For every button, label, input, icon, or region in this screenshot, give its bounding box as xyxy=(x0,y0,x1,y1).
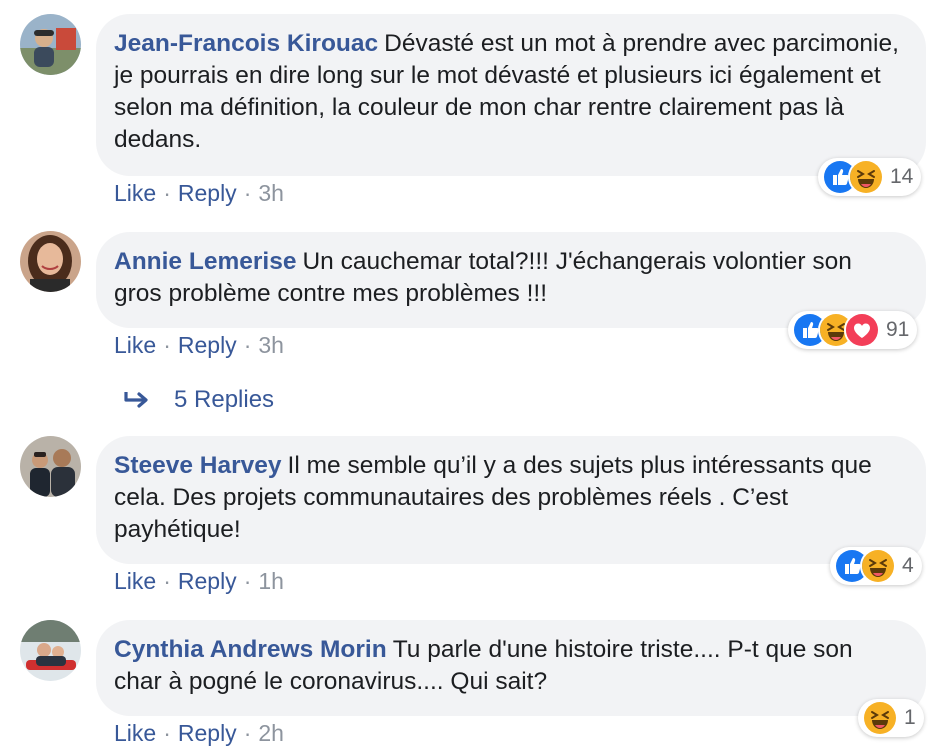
haha-icon xyxy=(860,548,896,584)
comment-bubble: Steeve Harvey Il me semble qu’il y a des … xyxy=(96,436,926,564)
like-link[interactable]: Like xyxy=(114,332,156,358)
comment-author[interactable]: Cynthia Andrews Morin xyxy=(114,636,387,663)
comment-actions: Like · Reply · 3h xyxy=(114,180,284,207)
separator: · xyxy=(163,332,171,358)
view-replies-label[interactable]: 5 Replies xyxy=(174,386,274,414)
separator: · xyxy=(163,180,171,206)
separator: · xyxy=(243,568,252,594)
comment-author[interactable]: Jean-Francois Kirouac xyxy=(114,30,378,57)
reaction-summary[interactable]: 14 xyxy=(818,158,922,196)
reply-link[interactable]: Reply xyxy=(178,720,237,746)
like-link[interactable]: Like xyxy=(114,568,156,594)
comment-timestamp[interactable]: 2h xyxy=(258,720,284,746)
reaction-count: 14 xyxy=(890,165,914,188)
comment-timestamp[interactable]: 3h xyxy=(258,332,284,358)
comment-feed: Jean-Francois Kirouac Dévasté est un mot … xyxy=(0,0,948,754)
comment-author[interactable]: Steeve Harvey xyxy=(114,452,282,479)
reaction-count: 91 xyxy=(886,318,910,341)
reaction-count: 1 xyxy=(904,706,916,729)
haha-icon xyxy=(848,159,884,195)
comment-timestamp[interactable]: 1h xyxy=(258,568,284,594)
separator: · xyxy=(163,720,171,746)
separator: · xyxy=(243,720,252,746)
avatar[interactable] xyxy=(20,620,81,681)
reply-link[interactable]: Reply xyxy=(178,180,237,206)
reply-link[interactable]: Reply xyxy=(178,568,237,594)
separator: · xyxy=(243,332,252,358)
haha-icon xyxy=(862,700,898,736)
separator: · xyxy=(163,568,171,594)
comment-actions: Like · Reply · 3h xyxy=(114,332,284,359)
comment-author[interactable]: Annie Lemerise xyxy=(114,248,296,275)
reaction-summary[interactable]: 91 xyxy=(788,311,918,349)
reaction-summary[interactable]: 1 xyxy=(858,699,924,737)
reaction-summary[interactable]: 4 xyxy=(830,547,922,585)
love-icon xyxy=(844,312,880,348)
comment-timestamp[interactable]: 3h xyxy=(258,180,284,206)
separator: · xyxy=(243,180,252,206)
view-replies-link[interactable]: 5 Replies xyxy=(122,386,274,414)
comment-actions: Like · Reply · 2h xyxy=(114,720,284,747)
reaction-count: 4 xyxy=(902,554,914,577)
avatar[interactable] xyxy=(20,436,81,497)
comment-bubble: Cynthia Andrews Morin Tu parle d'une hist… xyxy=(96,620,926,716)
avatar[interactable] xyxy=(20,14,81,75)
avatar[interactable] xyxy=(20,231,81,292)
comment-bubble: Jean-Francois Kirouac Dévasté est un mot … xyxy=(96,14,926,176)
like-link[interactable]: Like xyxy=(114,720,156,746)
like-link[interactable]: Like xyxy=(114,180,156,206)
comment-actions: Like · Reply · 1h xyxy=(114,568,284,595)
reply-arrow-icon xyxy=(124,392,148,408)
reply-link[interactable]: Reply xyxy=(178,332,237,358)
